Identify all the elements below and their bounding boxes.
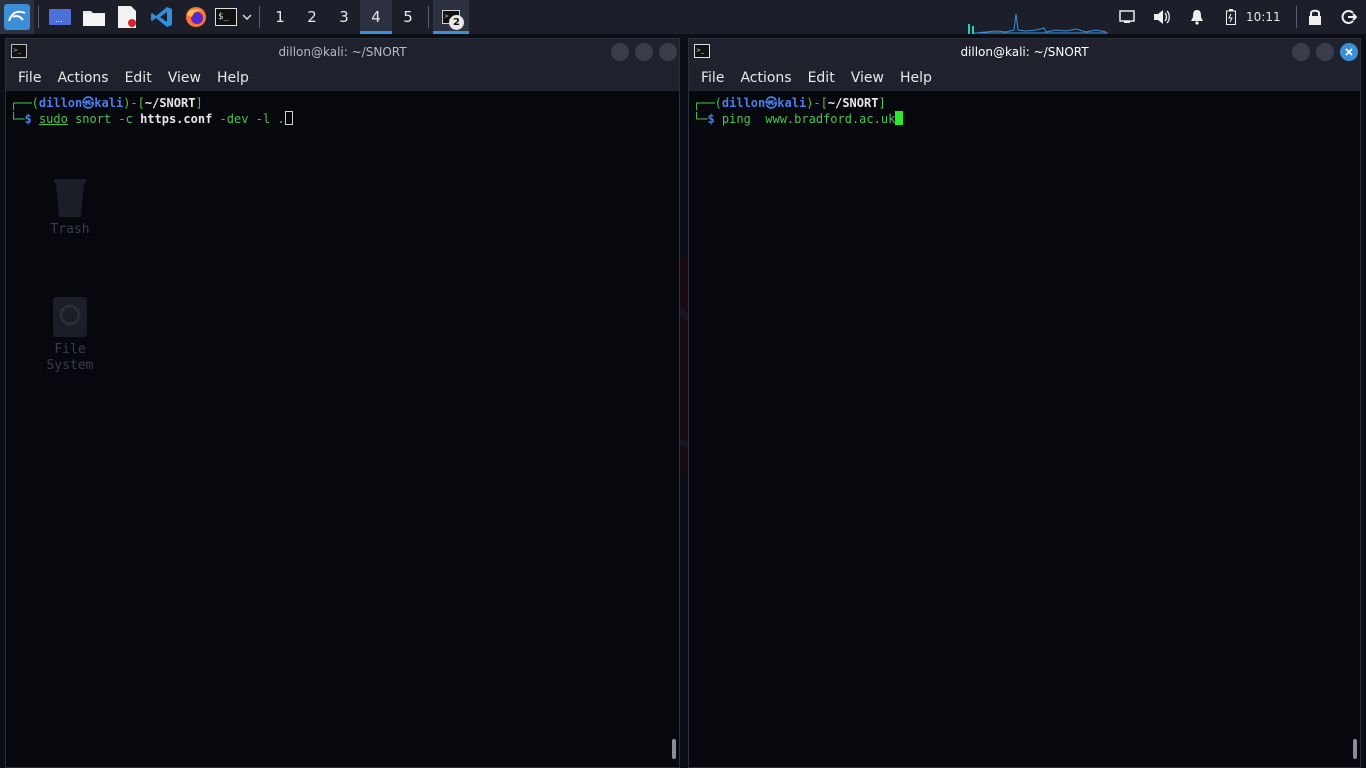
window-count-badge: 2: [449, 15, 464, 30]
logout-icon[interactable]: [1336, 0, 1362, 34]
svg-text:...: ...: [55, 15, 63, 24]
text-cursor: [284, 111, 293, 125]
right-terminal-window[interactable]: >_ dillon@kali: ~/SNORT File Actions Edi…: [688, 38, 1361, 768]
menu-help[interactable]: Help: [892, 70, 940, 86]
menu-file[interactable]: File: [693, 70, 732, 86]
volume-icon[interactable]: [1149, 0, 1175, 34]
cpu-graph: [968, 13, 1108, 34]
show-desktop-icon[interactable]: ...: [43, 0, 77, 34]
desktop-trash[interactable]: Trash: [30, 177, 110, 238]
firefox-icon[interactable]: [179, 0, 213, 34]
hard-drive-icon: [53, 297, 87, 337]
right-terminal-titlebar[interactable]: >_ dillon@kali: ~/SNORT: [689, 39, 1360, 65]
panel-separator: [259, 6, 260, 28]
file-manager-icon[interactable]: [77, 0, 111, 34]
menu-view[interactable]: View: [160, 70, 209, 86]
workspace-5[interactable]: 5: [392, 0, 424, 34]
workspace-3[interactable]: 3: [328, 0, 360, 34]
panel-separator: [38, 6, 39, 28]
top-panel: ... $_ 1 2 3 4 5 >_ 2 10:11: [0, 0, 1366, 34]
menu-actions[interactable]: Actions: [732, 70, 799, 86]
scrollbar[interactable]: [672, 739, 676, 759]
lock-icon[interactable]: [1302, 0, 1328, 34]
menu-edit[interactable]: Edit: [117, 70, 160, 86]
battery-icon[interactable]: [1218, 0, 1244, 34]
workspace-2[interactable]: 2: [296, 0, 328, 34]
desktop-file-system[interactable]: File System: [30, 297, 110, 374]
kali-menu-icon[interactable]: [0, 0, 34, 34]
notification-bell-icon[interactable]: [1184, 0, 1210, 34]
workspace-1[interactable]: 1: [264, 0, 296, 34]
svg-text:>_: >_: [696, 47, 705, 54]
left-terminal-titlebar[interactable]: >_ dillon@kali: ~/SNORT: [6, 39, 679, 65]
vscode-icon[interactable]: [145, 0, 179, 34]
close-icon: [1345, 48, 1353, 56]
clock[interactable]: 10:11: [1246, 0, 1281, 34]
taskbar-terminal-group[interactable]: >_ 2: [433, 0, 469, 34]
svg-text:$_: $_: [218, 12, 229, 22]
command-line: └─$ ping www.bradford.ac.uk: [693, 111, 1360, 127]
maximize-button[interactable]: [1316, 43, 1334, 61]
window-title: dillon@kali: ~/SNORT: [960, 45, 1089, 59]
desktop-icon-label: Trash: [50, 222, 90, 237]
terminal-title-icon: >_: [694, 44, 710, 61]
left-terminal-window[interactable]: >_ dillon@kali: ~/SNORT File Actions Edi…: [5, 38, 680, 768]
left-terminal-output[interactable]: Trash File System ┌──(dillon㉿kali)-[~/SN…: [6, 91, 679, 767]
window-title: dillon@kali: ~/SNORT: [278, 45, 407, 59]
right-terminal-output[interactable]: ┌──(dillon㉿kali)-[~/SNORT] └─$ ping www.…: [689, 91, 1360, 767]
text-editor-icon[interactable]: [111, 0, 145, 34]
terminal-title-icon: >_: [11, 44, 27, 61]
panel-separator: [1296, 6, 1297, 28]
prompt-line: ┌──(dillon㉿kali)-[~/SNORT]: [10, 96, 203, 110]
right-terminal-menubar: File Actions Edit View Help: [689, 65, 1360, 91]
svg-text:>_: >_: [13, 47, 22, 54]
menu-actions[interactable]: Actions: [49, 70, 116, 86]
command-line: └─$ sudo snort -c https.conf -dev -l .: [10, 111, 679, 127]
panel-separator: [428, 6, 429, 28]
close-button[interactable]: [1340, 43, 1358, 61]
minimize-button[interactable]: [1292, 43, 1310, 61]
left-terminal-menubar: File Actions Edit View Help: [6, 65, 679, 91]
menu-edit[interactable]: Edit: [800, 70, 843, 86]
scrollbar[interactable]: [1353, 739, 1357, 759]
network-icon[interactable]: [1114, 0, 1140, 34]
desktop-icon-label: File System: [46, 342, 94, 373]
terminal-icon[interactable]: $_: [213, 0, 239, 34]
trash-icon: [54, 179, 86, 217]
maximize-button[interactable]: [635, 43, 653, 61]
text-cursor: [895, 111, 904, 125]
menu-view[interactable]: View: [843, 70, 892, 86]
close-button[interactable]: [659, 43, 677, 61]
chevron-down-icon[interactable]: [239, 0, 255, 34]
prompt-line: ┌──(dillon㉿kali)-[~/SNORT]: [693, 96, 886, 110]
minimize-button[interactable]: [611, 43, 629, 61]
workspace-4[interactable]: 4: [360, 0, 392, 34]
menu-file[interactable]: File: [10, 70, 49, 86]
menu-help[interactable]: Help: [209, 70, 257, 86]
